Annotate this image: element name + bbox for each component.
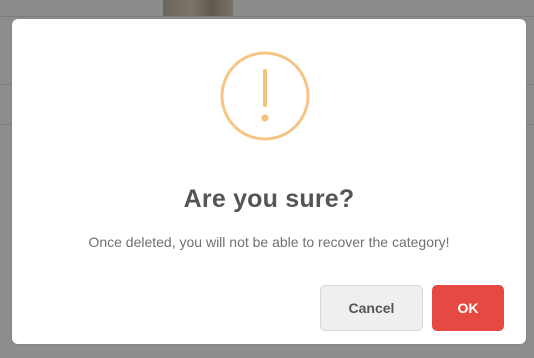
confirm-dialog: Are you sure? Once deleted, you will not… xyxy=(12,19,526,344)
dialog-title: Are you sure? xyxy=(183,185,355,213)
cancel-button[interactable]: Cancel xyxy=(320,285,423,331)
backdrop-header-strip xyxy=(0,0,534,17)
backdrop-thumbnail xyxy=(163,0,233,16)
ok-button[interactable]: OK xyxy=(432,285,504,331)
dialog-message: Once deleted, you will not be able to re… xyxy=(88,234,450,250)
warning-icon xyxy=(220,51,310,141)
